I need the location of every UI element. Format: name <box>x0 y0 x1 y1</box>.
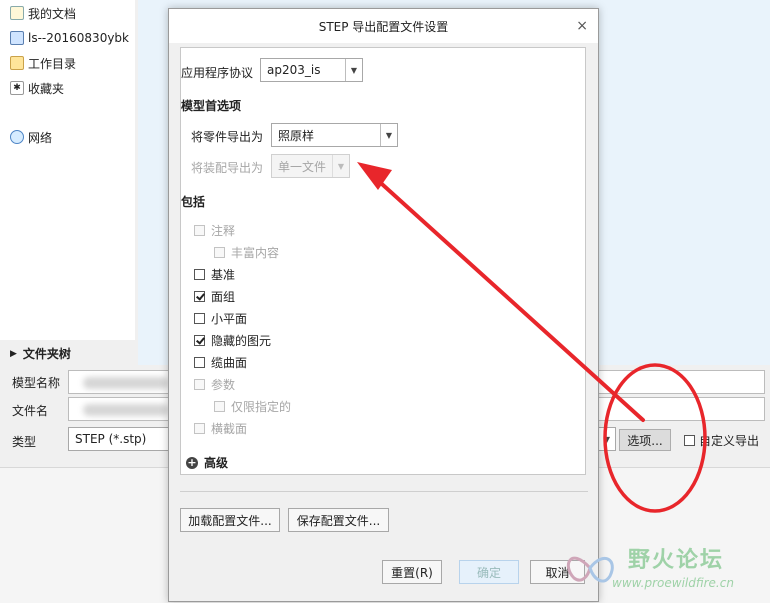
option-label: 横截面 <box>211 422 248 436</box>
dialog-title-bar: STEP 导出配置文件设置 × <box>169 9 598 43</box>
ok-button[interactable]: 确定 <box>459 560 519 584</box>
option-label: 仅限指定的 <box>231 400 292 414</box>
option-label: 基准 <box>211 268 236 282</box>
protocol-label: 应用程序协议 <box>181 66 254 80</box>
divider <box>180 491 588 492</box>
custom-export-label: 自定义导出 <box>699 434 760 448</box>
include-annotations[interactable]: 注释 <box>194 222 235 239</box>
dropdown-arrow-icon: ▼ <box>332 155 349 177</box>
dialog-title: STEP 导出配置文件设置 <box>318 19 449 34</box>
dropdown-arrow-icon: ▼ <box>345 59 362 81</box>
nav-item-network[interactable]: 网络 <box>10 127 52 147</box>
option-label: 丰富内容 <box>231 246 280 260</box>
checkbox-icon <box>214 247 225 258</box>
close-icon[interactable]: × <box>576 18 588 34</box>
option-label: 隐藏的图元 <box>211 334 272 348</box>
part-export-value: 照原样 <box>278 128 315 143</box>
nav-item-label: 工作目录 <box>28 56 77 71</box>
include-cabling-surfaces[interactable]: 缆曲面 <box>194 354 247 371</box>
include-hidden-entities[interactable]: 隐藏的图元 <box>194 332 271 349</box>
expand-triangle-icon: ▶ <box>10 348 17 359</box>
nav-item-my-documents[interactable]: 我的文档 <box>10 3 76 23</box>
type-label: 类型 <box>12 435 37 449</box>
include-parameters[interactable]: 参数 <box>194 376 235 393</box>
checkbox-icon <box>194 379 205 390</box>
checkbox-icon <box>194 225 205 236</box>
include-designated-only[interactable]: 仅限指定的 <box>214 398 291 415</box>
nav-item-computer[interactable]: ls--20160830ybk <box>10 28 129 48</box>
protocol-select[interactable]: ap203_is ▼ <box>260 58 363 82</box>
protocol-value: ap203_is <box>267 63 321 77</box>
assembly-export-label: 将装配导出为 <box>191 161 264 175</box>
part-export-label: 将零件导出为 <box>191 130 264 144</box>
custom-export-checkbox[interactable]: 自定义导出 <box>684 432 759 449</box>
nav-item-working-directory[interactable]: 工作目录 <box>10 53 76 73</box>
checkbox-checked-icon <box>194 335 205 346</box>
reset-button[interactable]: 重置(R) <box>382 560 442 584</box>
option-label: 注释 <box>211 224 236 238</box>
navigation-pane: 我的文档 ls--20160830ybk 工作目录 ✱ 收藏夹 网络 <box>0 0 135 340</box>
checkbox-icon <box>194 357 205 368</box>
include-rich-content[interactable]: 丰富内容 <box>214 244 279 261</box>
checkbox-checked-icon <box>194 291 205 302</box>
advanced-label: 高级 <box>204 456 229 470</box>
step-export-config-dialog: STEP 导出配置文件设置 × 应用程序协议 ap203_is ▼ 模型首选项 … <box>168 8 599 602</box>
load-config-button[interactable]: 加载配置文件... <box>180 508 280 532</box>
nav-item-label: 收藏夹 <box>28 81 65 96</box>
computer-icon <box>10 31 24 45</box>
model-prefs-heading: 模型首选项 <box>181 99 242 113</box>
include-datums[interactable]: 基准 <box>194 266 235 283</box>
include-heading: 包括 <box>181 195 206 209</box>
option-label: 面组 <box>211 290 236 304</box>
nav-item-label: 网络 <box>28 130 53 145</box>
nav-item-favorites[interactable]: ✱ 收藏夹 <box>10 78 64 98</box>
checkbox-icon <box>194 423 205 434</box>
include-cross-sections[interactable]: 横截面 <box>194 420 247 437</box>
checkbox-icon <box>214 401 225 412</box>
advanced-expander[interactable]: + 高级 <box>186 454 228 471</box>
option-label: 缆曲面 <box>211 356 248 370</box>
network-icon <box>10 130 24 144</box>
dropdown-arrow-icon: ▼ <box>380 124 397 146</box>
file-name-label: 文件名 <box>12 404 49 418</box>
option-label: 小平面 <box>211 312 248 326</box>
expand-plus-icon: + <box>186 455 198 469</box>
dropdown-arrow-icon: ▼ <box>598 428 615 450</box>
model-name-label: 模型名称 <box>12 376 61 390</box>
assembly-export-select[interactable]: 单一文件 ▼ <box>271 154 350 178</box>
nav-item-label: ls--20160830ybk <box>28 31 129 45</box>
watermark-url: www.proewildfire.cn <box>612 576 734 590</box>
option-label: 参数 <box>211 378 236 392</box>
checkbox-icon <box>684 435 695 446</box>
favorites-icon: ✱ <box>10 81 24 95</box>
folder-icon <box>10 56 24 70</box>
settings-panel: 应用程序协议 ap203_is ▼ 模型首选项 将零件导出为 照原样 ▼ 将装配… <box>180 47 586 475</box>
include-quilts[interactable]: 面组 <box>194 288 235 305</box>
save-config-button[interactable]: 保存配置文件... <box>288 508 389 532</box>
folder-tree-label: 文件夹树 <box>22 347 71 361</box>
watermark-title: 野火论坛 <box>628 548 725 573</box>
blurred-text <box>83 377 169 389</box>
document-icon <box>10 6 24 20</box>
nav-item-label: 我的文档 <box>28 6 77 21</box>
blurred-text <box>83 404 169 416</box>
include-facets[interactable]: 小平面 <box>194 310 247 327</box>
butterfly-logo-icon <box>566 556 614 583</box>
assembly-export-value: 单一文件 <box>278 159 327 174</box>
checkbox-icon <box>194 269 205 280</box>
part-export-select[interactable]: 照原样 ▼ <box>271 123 398 147</box>
folder-tree-toggle[interactable]: ▶ 文件夹树 <box>10 345 71 362</box>
options-button[interactable]: 选项... <box>619 429 671 451</box>
checkbox-icon <box>194 313 205 324</box>
